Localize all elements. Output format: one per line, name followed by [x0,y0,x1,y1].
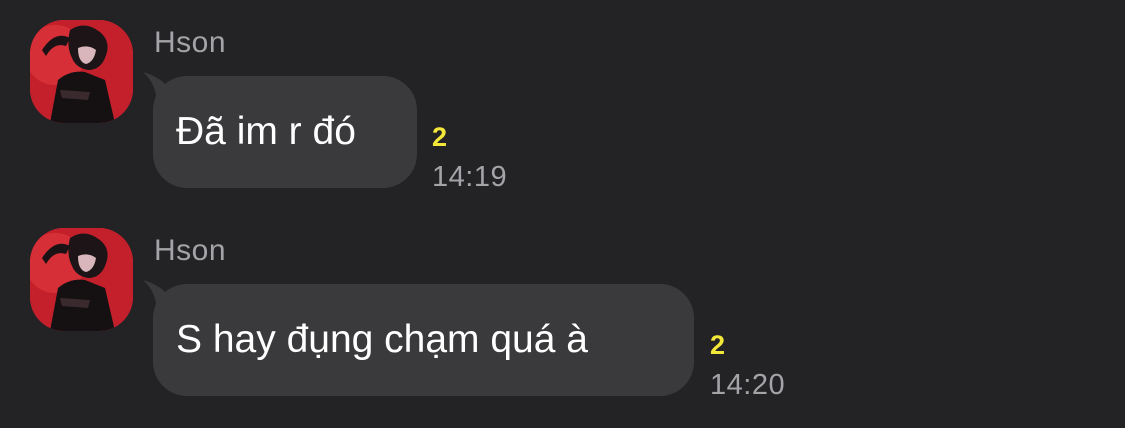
message-time: 14:19 [432,161,508,193]
unread-count: 2 [710,330,726,360]
avatar-photo-icon [30,228,133,331]
message-bubble[interactable]: S hay đụng chạm quá à [153,284,694,396]
sender-name: Hson [154,234,227,267]
avatar[interactable] [30,228,133,331]
unread-count: 2 [432,122,448,152]
avatar-photo-icon [30,20,133,123]
avatar[interactable] [30,20,133,123]
message-bubble[interactable]: Đã im r đó [153,76,417,188]
sender-name: Hson [154,26,227,59]
chat-view: Hson Đã im r đó 2 14:19 Hson S hay đụng … [0,0,1125,428]
message-time: 14:20 [710,369,786,401]
